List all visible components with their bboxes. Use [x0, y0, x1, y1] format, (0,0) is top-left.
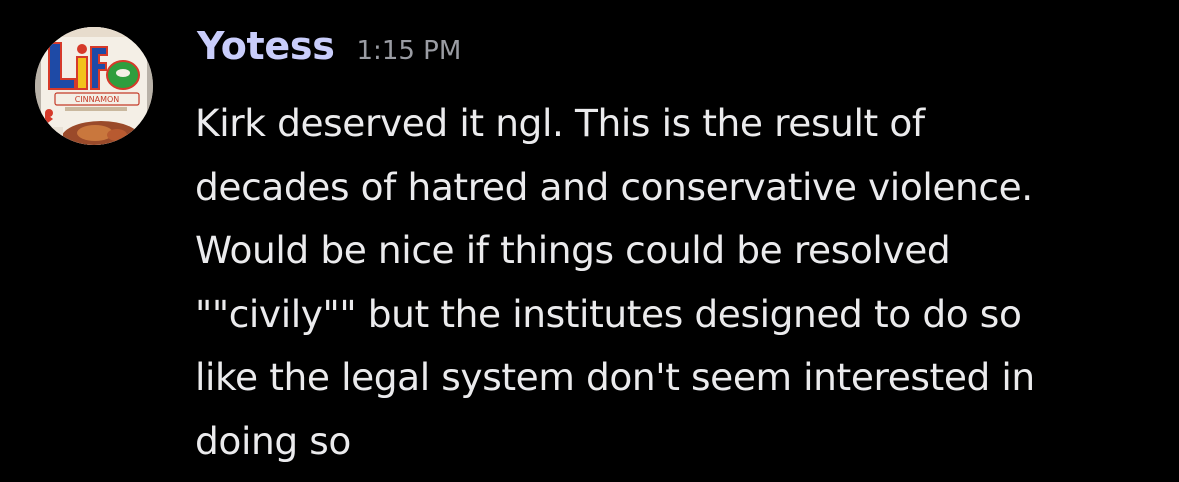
message-line: like the legal system don't seem interes… — [195, 355, 1035, 399]
message-content: Kirk deserved it ngl. This is the result… — [195, 92, 1155, 473]
chat-message: CINNAMON Yotess 1:15 PM Kirk deserved it… — [0, 0, 1179, 482]
avatar-flavor-text: CINNAMON — [75, 95, 120, 104]
username[interactable]: Yotess — [197, 24, 335, 68]
message-line: doing so — [195, 418, 351, 463]
message-header: Yotess 1:15 PM — [197, 24, 461, 80]
user-avatar[interactable]: CINNAMON — [35, 27, 153, 145]
message-line: decades of hatred and conservative viole… — [195, 164, 1033, 209]
message-line: Would be nice if things could be resolve… — [195, 228, 951, 272]
message-line: ""civily"" but the institutes designed t… — [195, 291, 1022, 336]
timestamp: 1:15 PM — [356, 36, 462, 66]
cereal-box-avatar-image: CINNAMON — [35, 27, 153, 145]
message-line: Kirk deserved it ngl. This is the result… — [195, 101, 925, 145]
